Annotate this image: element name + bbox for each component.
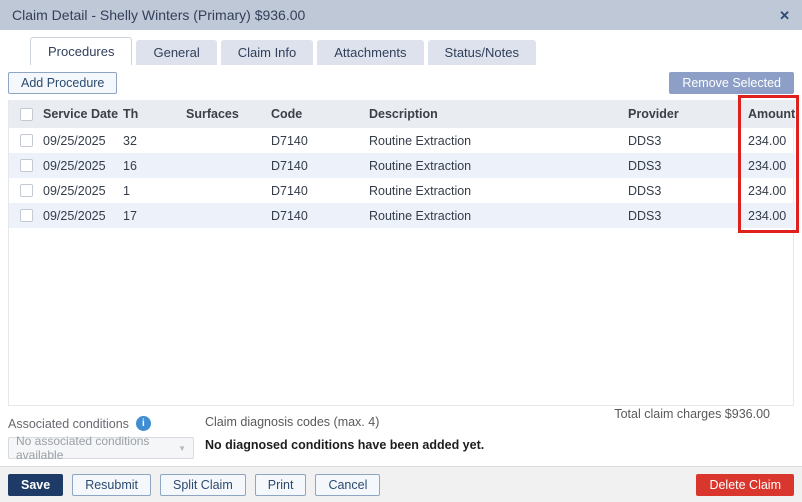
cell-service-date: 09/25/2025 — [43, 128, 123, 153]
cell-provider: DDS3 — [628, 178, 748, 203]
cell-surfaces — [186, 153, 271, 178]
cell-code: D7140 — [271, 203, 369, 228]
tab-label: General — [153, 45, 199, 60]
cell-service-date: 09/25/2025 — [43, 178, 123, 203]
tab-label: Claim Info — [238, 45, 297, 60]
select-all-checkbox[interactable] — [20, 108, 33, 121]
cell-surfaces — [186, 178, 271, 203]
cell-th: 17 — [123, 203, 186, 228]
tab-claim-info[interactable]: Claim Info — [221, 40, 314, 65]
cell-amount: 234.00 — [748, 153, 795, 178]
cell-service-date: 09/25/2025 — [43, 203, 123, 228]
dropdown-value: No associated conditions available — [16, 434, 178, 462]
cell-description: Routine Extraction — [369, 203, 628, 228]
cell-surfaces — [186, 128, 271, 153]
cell-code: D7140 — [271, 178, 369, 203]
cell-provider: DDS3 — [628, 203, 748, 228]
cell-amount: 234.00 — [748, 128, 795, 153]
table-header-row: Service Date Th Surfaces Code Descriptio… — [9, 100, 795, 128]
split-claim-button[interactable]: Split Claim — [160, 474, 246, 496]
diagnosis-codes-label: Claim diagnosis codes (max. 4) — [205, 415, 379, 429]
procedures-table: Service Date Th Surfaces Code Descriptio… — [8, 100, 794, 406]
cell-th: 16 — [123, 153, 186, 178]
chevron-down-icon: ▼ — [178, 444, 186, 453]
title-bar: Claim Detail - Shelly Winters (Primary) … — [0, 0, 802, 30]
claim-detail-dialog: Claim Detail - Shelly Winters (Primary) … — [0, 0, 802, 502]
associated-conditions-dropdown[interactable]: No associated conditions available ▼ — [8, 437, 194, 459]
cell-code: D7140 — [271, 153, 369, 178]
info-icon[interactable]: i — [136, 416, 151, 431]
col-provider: Provider — [628, 100, 748, 128]
col-service-date: Service Date — [43, 100, 123, 128]
total-claim-charges: Total claim charges $936.00 — [614, 407, 770, 421]
print-button[interactable]: Print — [255, 474, 307, 496]
row-checkbox[interactable] — [20, 184, 33, 197]
table-row[interactable]: 09/25/2025 32 D7140 Routine Extraction D… — [9, 128, 795, 153]
cell-amount: 234.00 — [748, 203, 795, 228]
diagnosis-empty-text: No diagnosed conditions have been added … — [205, 438, 484, 452]
row-checkbox[interactable] — [20, 159, 33, 172]
cell-description: Routine Extraction — [369, 153, 628, 178]
tab-status-notes[interactable]: Status/Notes — [428, 40, 536, 65]
col-surfaces: Surfaces — [186, 100, 271, 128]
tab-procedures[interactable]: Procedures — [30, 37, 132, 65]
col-code: Code — [271, 100, 369, 128]
footer-bar: Save Resubmit Split Claim Print Cancel D… — [0, 466, 802, 502]
cell-description: Routine Extraction — [369, 178, 628, 203]
table-row[interactable]: 09/25/2025 1 D7140 Routine Extraction DD… — [9, 178, 795, 203]
tab-bar: Procedures General Claim Info Attachment… — [30, 37, 540, 65]
cancel-button[interactable]: Cancel — [315, 474, 380, 496]
delete-claim-button[interactable]: Delete Claim — [696, 474, 794, 496]
associated-conditions-text: Associated conditions — [8, 417, 129, 431]
cell-amount: 234.00 — [748, 178, 795, 203]
table-row[interactable]: 09/25/2025 16 D7140 Routine Extraction D… — [9, 153, 795, 178]
cell-th: 1 — [123, 178, 186, 203]
dialog-title: Claim Detail - Shelly Winters (Primary) … — [12, 7, 305, 23]
tab-label: Status/Notes — [445, 45, 519, 60]
cell-surfaces — [186, 203, 271, 228]
resubmit-button[interactable]: Resubmit — [72, 474, 151, 496]
remove-selected-button[interactable]: Remove Selected — [669, 72, 794, 94]
cell-provider: DDS3 — [628, 153, 748, 178]
table-row[interactable]: 09/25/2025 17 D7140 Routine Extraction D… — [9, 203, 795, 228]
col-description: Description — [369, 100, 628, 128]
tab-label: Attachments — [334, 45, 406, 60]
tab-general[interactable]: General — [136, 40, 216, 65]
tab-label: Procedures — [48, 44, 114, 59]
associated-conditions-label: Associated conditions i — [8, 416, 151, 431]
save-button[interactable]: Save — [8, 474, 63, 496]
cell-th: 32 — [123, 128, 186, 153]
col-amount: Amount — [748, 100, 795, 128]
cell-provider: DDS3 — [628, 128, 748, 153]
tab-attachments[interactable]: Attachments — [317, 40, 423, 65]
row-checkbox[interactable] — [20, 134, 33, 147]
select-all-cell — [9, 100, 43, 128]
cell-code: D7140 — [271, 128, 369, 153]
cell-description: Routine Extraction — [369, 128, 628, 153]
close-icon[interactable]: ✕ — [779, 9, 790, 22]
col-th: Th — [123, 100, 186, 128]
row-checkbox[interactable] — [20, 209, 33, 222]
add-procedure-button[interactable]: Add Procedure — [8, 72, 117, 94]
cell-service-date: 09/25/2025 — [43, 153, 123, 178]
